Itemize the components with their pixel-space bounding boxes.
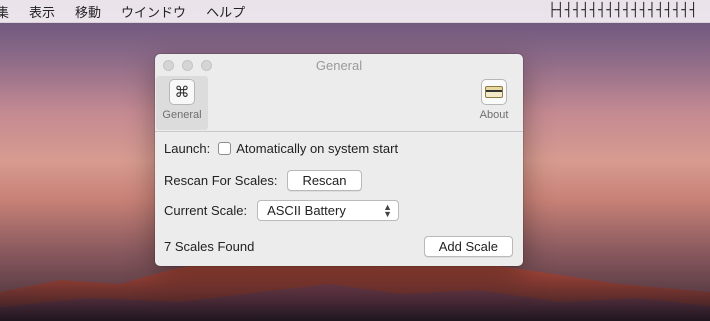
scales-found-status: 7 Scales Found bbox=[164, 239, 255, 254]
rescan-row: Rescan For Scales: Rescan bbox=[164, 170, 362, 191]
window-title: General bbox=[315, 58, 363, 73]
current-scale-select[interactable]: ASCII Battery ▲ ▼ bbox=[257, 200, 400, 221]
chevron-updown-icon: ▲ ▼ bbox=[383, 201, 393, 219]
toolbar-about-label: About bbox=[479, 109, 509, 121]
menubar-scale-status[interactable]: ├┤┤┤┤┤┤┤┤┤┤┤┤┤┤┤┤┤ bbox=[548, 3, 698, 18]
card-icon bbox=[481, 79, 507, 105]
menu-bar: 集 表示 移動 ウインドウ ヘルプ ├┤┤┤┤┤┤┤┤┤┤┤┤┤┤┤┤┤ bbox=[0, 0, 710, 23]
launch-label: Launch: bbox=[164, 141, 211, 156]
menu-go[interactable]: 移動 bbox=[65, 2, 111, 21]
rescan-button[interactable]: Rescan bbox=[287, 170, 362, 191]
launch-row: Launch: Atomatically on system start bbox=[164, 141, 398, 156]
menu-help[interactable]: ヘルプ bbox=[196, 2, 255, 21]
toolbar-general-label: General bbox=[162, 109, 202, 121]
toolbar-about-tab[interactable]: About bbox=[468, 76, 520, 130]
preferences-window: General ⌘ General About Launch: Atomatic… bbox=[155, 54, 523, 266]
menu-window[interactable]: ウインドウ bbox=[111, 2, 196, 21]
menu-edit[interactable]: 集 bbox=[0, 2, 19, 21]
menu-view[interactable]: 表示 bbox=[19, 2, 65, 21]
current-scale-row: Current Scale: ASCII Battery ▲ ▼ bbox=[164, 200, 400, 221]
current-scale-value: ASCII Battery bbox=[267, 203, 346, 218]
add-scale-button[interactable]: Add Scale bbox=[423, 236, 513, 257]
footer-row: 7 Scales Found Add Scale bbox=[164, 236, 513, 257]
launch-at-startup-checkbox[interactable] bbox=[218, 142, 232, 155]
launch-checkbox-label[interactable]: Atomatically on system start bbox=[236, 141, 398, 156]
current-scale-label: Current Scale: bbox=[164, 203, 248, 218]
rescan-label: Rescan For Scales: bbox=[164, 173, 278, 188]
toolbar-general-tab[interactable]: ⌘ General bbox=[156, 76, 208, 130]
title-bar: General bbox=[155, 54, 523, 76]
command-key-icon: ⌘ bbox=[169, 79, 195, 105]
preferences-toolbar: ⌘ General About bbox=[155, 76, 523, 132]
